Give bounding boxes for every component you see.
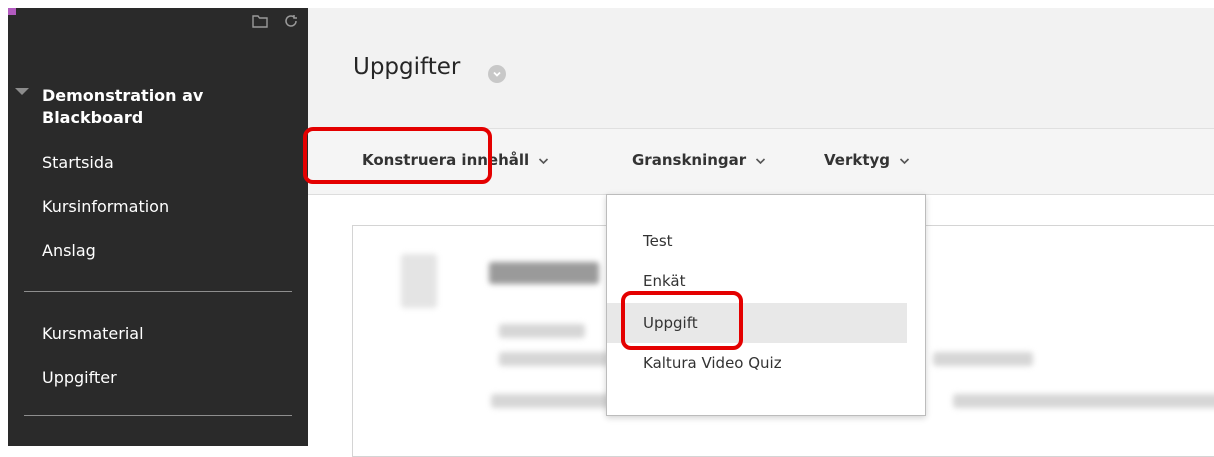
course-title[interactable]: Demonstration av Blackboard <box>42 85 272 129</box>
menu-item-uppgift[interactable]: Uppgift <box>607 303 907 343</box>
sidebar-item-kursmaterial[interactable]: Kursmaterial <box>42 324 144 343</box>
chevron-down-icon[interactable] <box>488 65 506 83</box>
sidebar-divider <box>24 415 292 416</box>
menu-item-kaltura-video-quiz[interactable]: Kaltura Video Quiz <box>607 343 907 383</box>
chevron-down-icon <box>756 157 766 164</box>
sidebar-item-anslag[interactable]: Anslag <box>42 241 96 260</box>
collapse-triangle-icon[interactable] <box>15 88 29 95</box>
assessments-button[interactable]: Granskningar <box>632 151 766 169</box>
blurred-text <box>499 352 609 366</box>
refresh-icon[interactable] <box>284 14 298 28</box>
tools-button[interactable]: Verktyg <box>824 151 910 169</box>
page-title: Uppgifter <box>353 54 461 80</box>
page-header: Uppgifter <box>308 8 1214 128</box>
chevron-down-icon <box>900 157 910 164</box>
build-content-button[interactable]: Konstruera innehåll <box>362 151 549 169</box>
sidebar-divider <box>24 291 292 292</box>
blurred-text <box>933 352 1033 366</box>
sidebar-item-startsida[interactable]: Startsida <box>42 153 114 172</box>
assessments-dropdown-menu: Test Enkät Uppgift Kaltura Video Quiz <box>606 194 926 416</box>
action-bar: Konstruera innehåll Granskningar Verktyg <box>308 129 1214 195</box>
chevron-down-icon <box>539 157 549 164</box>
blurred-text <box>491 394 611 408</box>
sidebar-toolbar <box>252 14 298 28</box>
sidebar-item-uppgifter[interactable]: Uppgifter <box>42 368 117 387</box>
blurred-item-title <box>489 262 599 284</box>
assessments-label: Granskningar <box>632 151 747 169</box>
menu-item-enkat[interactable]: Enkät <box>607 261 907 301</box>
blurred-text <box>953 394 1214 408</box>
folder-icon[interactable] <box>252 14 268 28</box>
tools-label: Verktyg <box>824 151 891 169</box>
accent-mark <box>8 8 16 15</box>
document-icon <box>401 254 437 308</box>
course-sidebar: Demonstration av Blackboard Startsida Ku… <box>8 8 308 446</box>
build-content-label: Konstruera innehåll <box>362 151 530 169</box>
menu-item-test[interactable]: Test <box>607 221 907 261</box>
blurred-text <box>499 324 585 338</box>
sidebar-item-kursinformation[interactable]: Kursinformation <box>42 197 169 216</box>
